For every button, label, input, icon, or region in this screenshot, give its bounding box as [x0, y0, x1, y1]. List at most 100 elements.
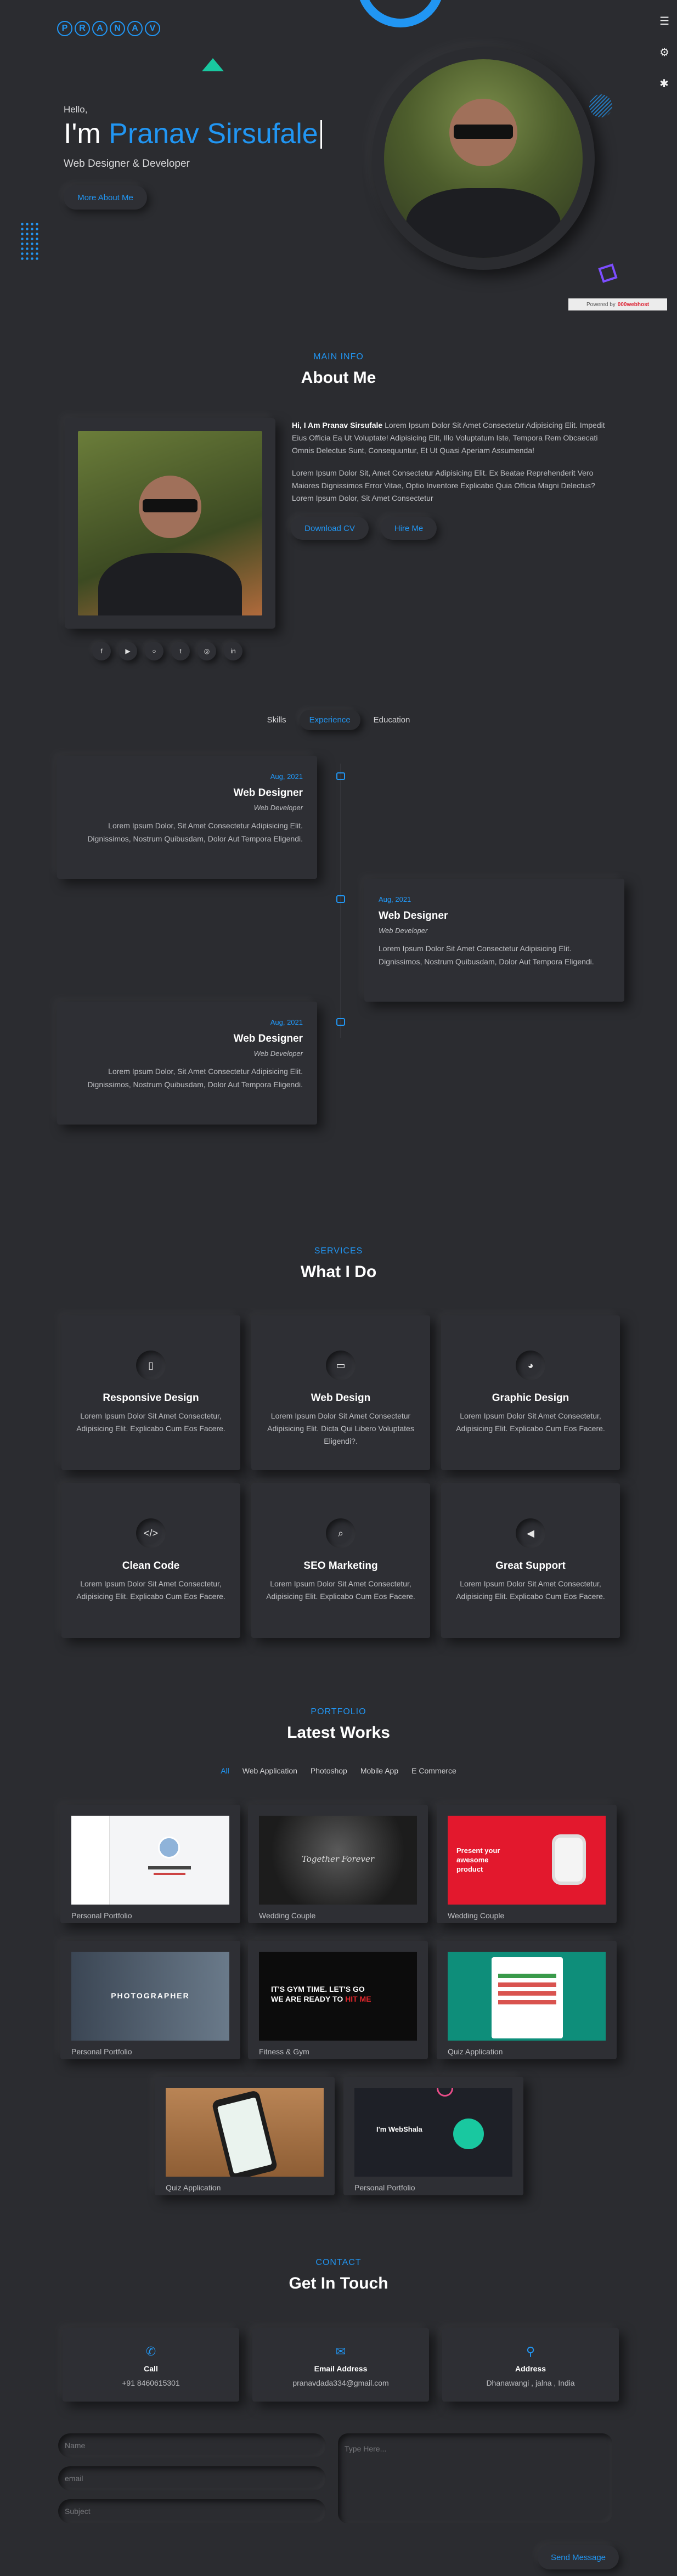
filter-photoshop[interactable]: Photoshop: [311, 1766, 347, 1775]
filter-mobile-app[interactable]: Mobile App: [360, 1766, 398, 1775]
filter-web-application[interactable]: Web Application: [242, 1766, 297, 1775]
timeline-date: Aug, 2021: [270, 772, 303, 781]
hire-me-button[interactable]: Hire Me: [381, 517, 437, 540]
thumbnail-line-b: HIT ME: [345, 1994, 371, 2003]
timeline-desc: Lorem Ipsum Dolor, Sit Amet Consectetur …: [87, 1067, 303, 1089]
thumbnail-line: WE ARE READY TO HIT ME: [271, 1995, 371, 2004]
contact-value[interactable]: +91 8460615301: [63, 2379, 239, 2387]
portfolio-thumbnail: I'm WebShala: [354, 2088, 512, 2177]
envelope-icon: ✉: [335, 2345, 346, 2358]
portfolio-thumbnail: Present your awesome product: [448, 1816, 606, 1905]
portfolio-item[interactable]: Quiz Application: [155, 2077, 335, 2195]
about-para-2: Lorem Ipsum Dolor Sit, Amet Consectetur …: [292, 468, 595, 503]
tab-skills[interactable]: Skills: [257, 710, 296, 730]
portfolio-item[interactable]: Together Forever Wedding Couple: [248, 1805, 428, 1923]
briefcase-icon: [336, 895, 345, 903]
logo-letter: V: [145, 21, 160, 36]
message-field[interactable]: Type Here...: [338, 2433, 612, 2523]
timeline-date: Aug, 2021: [270, 1018, 303, 1026]
timeline-date: Aug, 2021: [379, 895, 411, 903]
typing-cursor: [320, 120, 322, 149]
about-kicker: MAIN INFO: [313, 352, 364, 361]
contact-label: Email Address: [314, 2364, 368, 2373]
contact-value[interactable]: pranavdada334@gmail.com: [252, 2379, 429, 2387]
about-text: Hi, I Am Pranav Sirsufale Lorem Ipsum Do…: [292, 419, 618, 505]
tab-education[interactable]: Education: [364, 710, 420, 730]
contact-label: Address: [515, 2364, 546, 2373]
service-desc: Lorem Ipsum Dolor Sit Amet Consectetur A…: [267, 1411, 414, 1446]
timeline-card: Aug, 2021 Web Designer Web Developer Lor…: [57, 756, 317, 879]
thumbnail-line: IT'S GYM TIME. LET'S GO: [271, 1985, 365, 1993]
name-field[interactable]: Name: [58, 2433, 326, 2458]
linkedin-icon[interactable]: in: [224, 642, 242, 660]
hero-subtitle: Web Designer & Developer: [64, 158, 190, 170]
gear-icon[interactable]: ⚙: [659, 46, 669, 59]
portfolio-item[interactable]: Personal Portfolio: [60, 1805, 240, 1923]
service-desc: Lorem Ipsum Dolor Sit Amet Consectetur, …: [76, 1579, 225, 1601]
service-title: Responsive Design: [103, 1392, 199, 1404]
filter-e-commerce[interactable]: E Commerce: [411, 1766, 456, 1775]
portfolio-item[interactable]: PHOTOGRAPHER Personal Portfolio: [60, 1941, 240, 2059]
logo-letter: R: [75, 21, 90, 36]
hero-prefix: I'm: [64, 118, 101, 150]
timeline-role: Web Designer: [233, 1033, 303, 1044]
service-desc: Lorem Ipsum Dolor Sit Amet Consectetur, …: [266, 1579, 415, 1601]
portfolio-label: Wedding Couple: [259, 1911, 316, 1920]
portfolio-title: Latest Works: [287, 1724, 390, 1742]
contact-kicker: CONTACT: [315, 2258, 362, 2267]
portfolio-item[interactable]: Quiz Application: [437, 1941, 617, 2059]
contact-card-address: ⚲ Address Dhanawangi , jalna , India: [442, 2328, 619, 2402]
portfolio-item[interactable]: Present your awesome product Wedding Cou…: [437, 1805, 617, 1923]
services-title: What I Do: [300, 1263, 377, 1281]
hero-name: Pranav Sirsufale: [109, 118, 318, 150]
email-field[interactable]: email: [58, 2466, 326, 2490]
timeline-subtitle: Web Developer: [253, 804, 303, 812]
laptop-icon: ▭: [326, 1351, 356, 1380]
service-card: ▯ Responsive Design Lorem Ipsum Dolor Si…: [61, 1315, 240, 1470]
thumbnail-line-a: WE ARE READY TO: [271, 1994, 343, 2003]
hero-photo-frame: [372, 47, 595, 270]
decorative-dots: [20, 222, 40, 260]
filter-all[interactable]: All: [221, 1766, 229, 1775]
youtube-icon[interactable]: ▶: [119, 642, 137, 660]
contact-card-email: ✉ Email Address pranavdada334@gmail.com: [252, 2328, 429, 2402]
portfolio-label: Personal Portfolio: [354, 2183, 415, 2192]
twitter-icon[interactable]: t: [171, 642, 190, 660]
more-about-me-button[interactable]: More About Me: [64, 185, 147, 210]
instagram-icon[interactable]: ◎: [198, 642, 216, 660]
tab-experience[interactable]: Experience: [300, 710, 360, 730]
portfolio-label: Personal Portfolio: [71, 2047, 132, 2056]
timeline-desc: Lorem Ipsum Dolor Sit Amet Consectetur A…: [379, 944, 594, 966]
powered-by-badge[interactable]: Powered by 000webhost: [568, 298, 667, 310]
about-photo: [78, 431, 262, 615]
service-card: ◕ Graphic Design Lorem Ipsum Dolor Sit A…: [441, 1315, 620, 1470]
location-pin-icon: ⚲: [526, 2345, 535, 2358]
github-icon[interactable]: ○: [145, 642, 163, 660]
logo-letter: N: [110, 21, 125, 36]
timeline-desc: Lorem Ipsum Dolor, Sit Amet Consectetur …: [87, 821, 303, 843]
portfolio-item[interactable]: IT'S GYM TIME. LET'S GO WE ARE READY TO …: [248, 1941, 428, 2059]
service-desc: Lorem Ipsum Dolor Sit Amet Consectetur, …: [456, 1411, 605, 1433]
service-desc: Lorem Ipsum Dolor Sit Amet Consectetur, …: [456, 1579, 605, 1601]
thumbnail-text: PHOTOGRAPHER: [111, 1991, 190, 2000]
brand-logo[interactable]: P R A N A V: [57, 21, 160, 36]
portfolio-label: Quiz Application: [166, 2183, 221, 2192]
service-desc: Lorem Ipsum Dolor Sit Amet Consectetur, …: [76, 1411, 225, 1433]
logo-letter: P: [57, 21, 72, 36]
palette-icon: ◕: [516, 1351, 545, 1380]
subject-field[interactable]: Subject: [58, 2499, 326, 2523]
gear-alt-icon[interactable]: ✱: [659, 77, 669, 91]
download-cv-button[interactable]: Download CV: [291, 517, 369, 540]
portfolio-label: Fitness & Gym: [259, 2047, 309, 2056]
about-intro: Hi, I Am Pranav Sirsufale Lorem Ipsum Do…: [292, 419, 618, 457]
service-title: Great Support: [495, 1560, 566, 1572]
portfolio-item[interactable]: I'm WebShala Personal Portfolio: [343, 2077, 523, 2195]
decorative-square: [598, 263, 618, 283]
service-card: ▭ Web Design Lorem Ipsum Dolor Sit Amet …: [251, 1315, 430, 1470]
side-menu: ☰ ⚙ ✱: [659, 14, 669, 91]
menu-icon[interactable]: ☰: [659, 14, 669, 28]
send-message-button[interactable]: Send Message: [538, 2545, 619, 2569]
timeline-card: Aug, 2021 Web Designer Web Developer Lor…: [57, 1002, 317, 1125]
facebook-icon[interactable]: f: [92, 642, 111, 660]
mobile-icon: ▯: [136, 1351, 166, 1380]
